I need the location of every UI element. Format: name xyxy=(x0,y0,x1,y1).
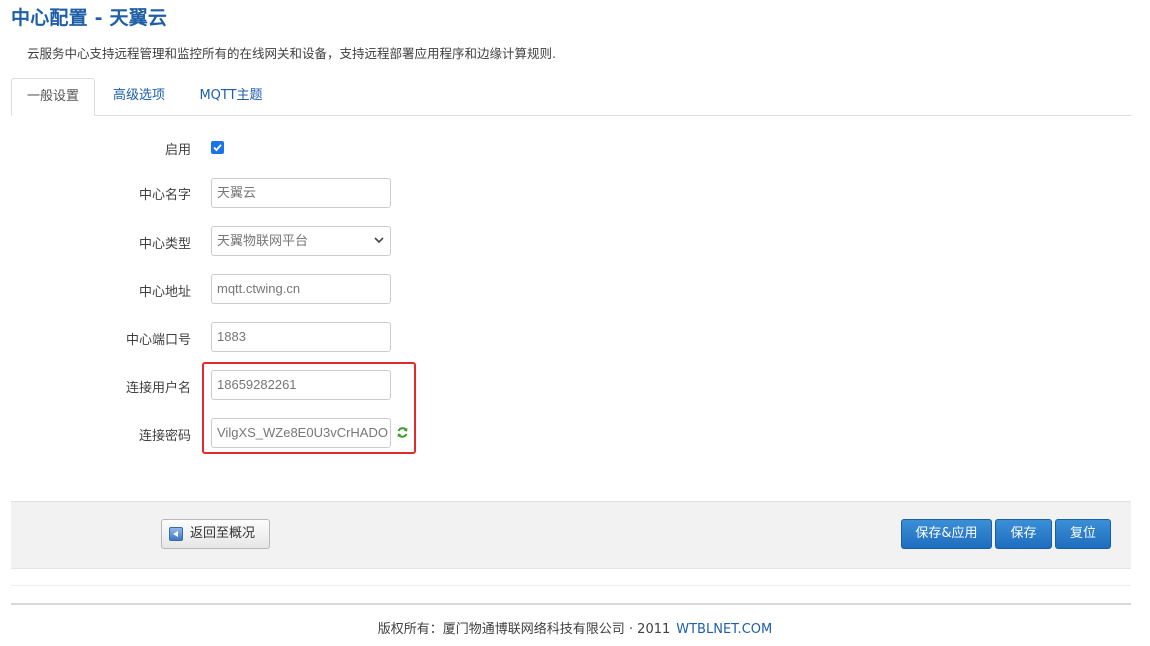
center-port-input[interactable]: 1883 xyxy=(211,322,391,352)
save-button[interactable]: 保存 xyxy=(995,519,1052,549)
center-type-select[interactable]: 天翼物联网平台 xyxy=(211,226,391,256)
center-port-label: 中心端口号 xyxy=(125,333,191,348)
reset-button[interactable]: 复位 xyxy=(1055,519,1111,549)
back-button-label: 返回至概况 xyxy=(190,526,256,541)
enable-label: 启用 xyxy=(164,143,191,158)
save-apply-button[interactable]: 保存&应用 xyxy=(901,519,992,549)
center-name-label: 中心名字 xyxy=(138,188,191,203)
footer-website-link[interactable]: WTBLNET.COM xyxy=(676,622,772,637)
center-address-label: 中心地址 xyxy=(138,285,191,300)
back-to-overview-button[interactable]: 返回至概况 xyxy=(161,519,270,549)
username-label: 连接用户名 xyxy=(125,381,191,396)
tab-mqtt-topics[interactable]: MQTT主题 xyxy=(186,78,276,115)
enable-checkbox[interactable] xyxy=(211,141,224,154)
back-arrow-icon xyxy=(169,527,183,541)
credentials-highlight-box xyxy=(202,362,416,454)
tab-advanced-options[interactable]: 高级选项 xyxy=(100,78,178,115)
password-label: 连接密码 xyxy=(138,429,191,444)
footer-divider xyxy=(11,603,1131,605)
center-type-selected-value: 天翼物联网平台 xyxy=(217,233,309,248)
footer: 版权所有：厦门物通博联网络科技有限公司 · 2011 WTBLNET.COM xyxy=(0,618,1150,637)
footer-divider-thin xyxy=(11,585,1131,586)
chevron-down-icon xyxy=(374,237,384,244)
footer-copyright: 版权所有：厦门物通博联网络科技有限公司 · 2011 xyxy=(377,622,671,637)
page-description: 云服务中心支持远程管理和监控所有的在线网关和设备，支持远程部署应用程序和边缘计算… xyxy=(27,46,556,61)
tab-general-settings[interactable]: 一般设置 xyxy=(11,78,95,116)
center-name-input[interactable]: 天翼云 xyxy=(211,178,391,208)
center-address-input[interactable]: mqtt.ctwing.cn xyxy=(211,274,391,304)
checkmark-icon xyxy=(213,144,222,152)
page-title: 中心配置 - 天翼云 xyxy=(11,7,168,29)
tab-bar: 一般设置 高级选项 MQTT主题 xyxy=(11,78,1131,116)
center-type-label: 中心类型 xyxy=(138,237,191,252)
